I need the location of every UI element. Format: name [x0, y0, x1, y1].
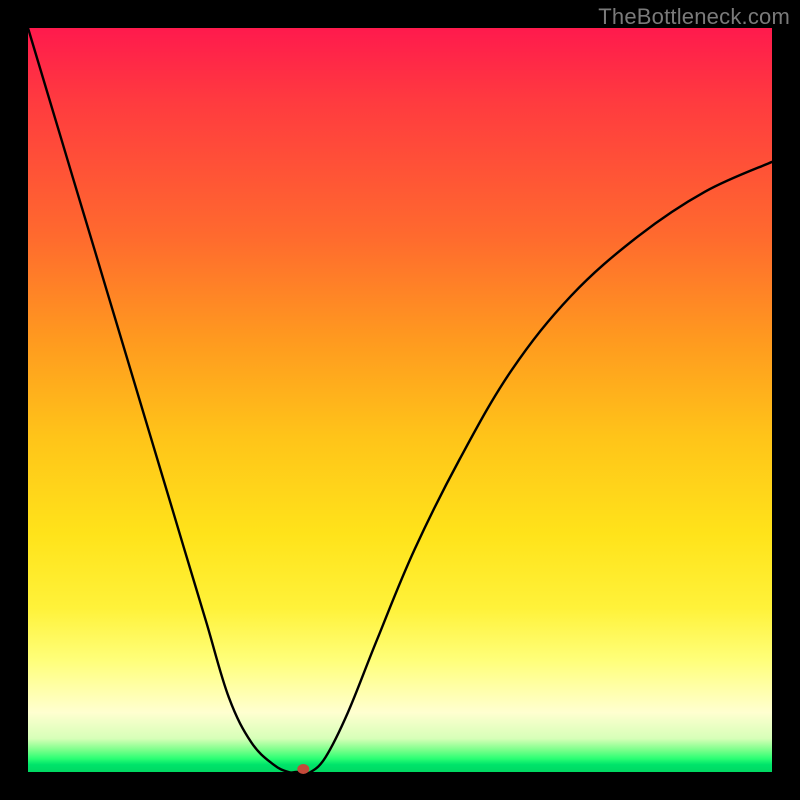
chart-frame: TheBottleneck.com [0, 0, 800, 800]
bottleneck-curve [28, 28, 772, 773]
curve-svg [28, 28, 772, 772]
watermark-text: TheBottleneck.com [598, 4, 790, 30]
plot-area [28, 28, 772, 772]
optimum-marker [297, 764, 309, 774]
